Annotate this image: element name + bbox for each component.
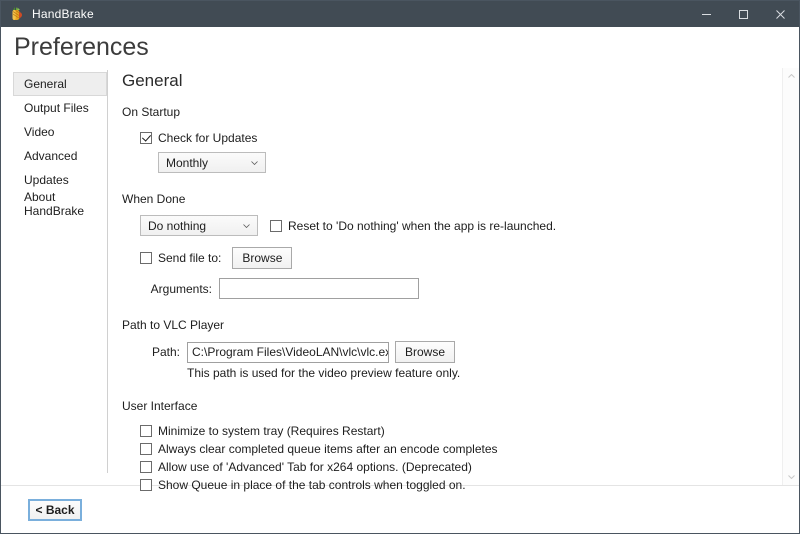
send-file-to-toggle[interactable]: Send file to: <box>140 249 221 268</box>
scroll-up-arrow-icon[interactable] <box>783 68 799 84</box>
allow-advanced-tab-checkbox[interactable] <box>140 461 152 473</box>
allow-advanced-tab-label: Allow use of 'Advanced' Tab for x264 opt… <box>158 460 472 474</box>
send-file-browse-button[interactable]: Browse <box>232 247 293 269</box>
chevron-down-icon <box>251 160 258 165</box>
scrollbar-track[interactable] <box>783 84 799 469</box>
send-file-to-label: Send file to: <box>158 251 222 265</box>
reset-when-relaunched-checkbox[interactable] <box>270 219 282 232</box>
sidebar-item-updates[interactable]: Updates <box>13 168 107 192</box>
allow-advanced-tab-row[interactable]: Allow use of 'Advanced' Tab for x264 opt… <box>140 458 799 476</box>
check-for-updates-checkbox[interactable] <box>140 131 152 144</box>
settings-content: General On Startup Check for Updates Mon… <box>108 68 799 492</box>
sidebar-nav: General Output Files Video Advanced Upda… <box>1 68 107 485</box>
clear-completed-queue-label: Always clear completed queue items after… <box>158 442 498 456</box>
sidebar-item-label: Video <box>24 125 55 139</box>
arguments-label: Arguments: <box>150 281 212 296</box>
sidebar-item-label: Updates <box>24 173 69 187</box>
on-startup-group: On Startup Check for Updates Monthly <box>122 105 799 173</box>
page-title: Preferences <box>14 33 149 61</box>
reset-when-relaunched-label: Reset to 'Do nothing' when the app is re… <box>288 218 557 233</box>
arguments-input[interactable] <box>219 278 419 299</box>
send-file-to-row: Send file to: Browse <box>140 247 799 269</box>
reset-when-relaunched-row[interactable]: Reset to 'Do nothing' when the app is re… <box>270 216 556 235</box>
sidebar-item-label: General <box>24 77 67 91</box>
sidebar-item-general[interactable]: General <box>13 72 107 96</box>
minimize-to-tray-label: Minimize to system tray (Requires Restar… <box>158 424 385 438</box>
minimize-to-tray-row[interactable]: Minimize to system tray (Requires Restar… <box>140 422 799 440</box>
when-done-action-select[interactable]: Do nothing <box>140 215 258 236</box>
update-frequency-select[interactable]: Monthly <box>158 152 266 173</box>
when-done-action-value: Do nothing <box>148 218 207 233</box>
scroll-down-arrow-icon[interactable] <box>783 469 799 485</box>
content-scrollbar[interactable] <box>782 68 799 485</box>
close-button[interactable] <box>762 1 799 27</box>
check-for-updates-row[interactable]: Check for Updates <box>140 128 799 147</box>
vlc-path-group-label: Path to VLC Player <box>122 318 225 332</box>
clear-completed-queue-checkbox[interactable] <box>140 443 152 455</box>
show-queue-checkbox[interactable] <box>140 479 152 491</box>
body-area: General Output Files Video Advanced Upda… <box>1 68 799 492</box>
vlc-path-group: Path to VLC Player Path: C:\Program File… <box>122 318 799 380</box>
sidebar-item-label: Advanced <box>24 149 78 163</box>
content-heading: General <box>122 71 183 90</box>
handbrake-pineapple-icon <box>8 6 24 22</box>
update-frequency-value: Monthly <box>166 155 209 170</box>
when-done-action-row: Do nothing Reset to 'Do nothing' when th… <box>140 215 799 236</box>
chevron-down-icon <box>243 223 250 228</box>
minimize-button[interactable] <box>688 1 725 27</box>
sidebar-item-label: Output Files <box>24 101 89 115</box>
maximize-button[interactable] <box>725 1 762 27</box>
clear-completed-queue-row[interactable]: Always clear completed queue items after… <box>140 440 799 458</box>
sidebar-item-advanced[interactable]: Advanced <box>13 144 107 168</box>
sidebar-item-label: About HandBrake <box>24 190 85 218</box>
user-interface-label: User Interface <box>122 399 198 413</box>
title-bar: HandBrake <box>1 1 799 27</box>
on-startup-label: On Startup <box>122 105 181 119</box>
vlc-path-row: Path: C:\Program Files\VideoLAN\vlc\vlc.… <box>140 341 799 363</box>
show-queue-label: Show Queue in place of the tab controls … <box>158 478 466 492</box>
preferences-window: HandBrake Preferences General Output Fil… <box>0 0 800 534</box>
window-controls <box>688 1 799 27</box>
sidebar-item-about-handbrake[interactable]: About HandBrake <box>13 190 107 218</box>
when-done-group: When Done Do nothing Reset to 'Do nothin… <box>122 192 799 299</box>
window-title: HandBrake <box>32 7 94 21</box>
vlc-path-input[interactable]: C:\Program Files\VideoLAN\vlc\vlc.exe <box>187 341 389 363</box>
sidebar-item-video[interactable]: Video <box>13 120 107 144</box>
when-done-label: When Done <box>122 192 186 206</box>
send-file-to-checkbox[interactable] <box>140 252 152 264</box>
vlc-path-label: Path: <box>151 345 180 359</box>
user-interface-group: User Interface Minimize to system tray (… <box>122 399 799 494</box>
check-for-updates-label: Check for Updates <box>158 130 258 145</box>
vlc-browse-button[interactable]: Browse <box>395 341 456 363</box>
show-queue-row[interactable]: Show Queue in place of the tab controls … <box>140 476 799 494</box>
page-header: Preferences <box>1 27 799 68</box>
minimize-to-tray-checkbox[interactable] <box>140 425 152 437</box>
sidebar-item-output-files[interactable]: Output Files <box>13 96 107 120</box>
back-button[interactable]: < Back <box>28 498 82 521</box>
arguments-row: Arguments: <box>140 278 799 299</box>
vlc-path-hint: This path is used for the video preview … <box>187 366 461 380</box>
